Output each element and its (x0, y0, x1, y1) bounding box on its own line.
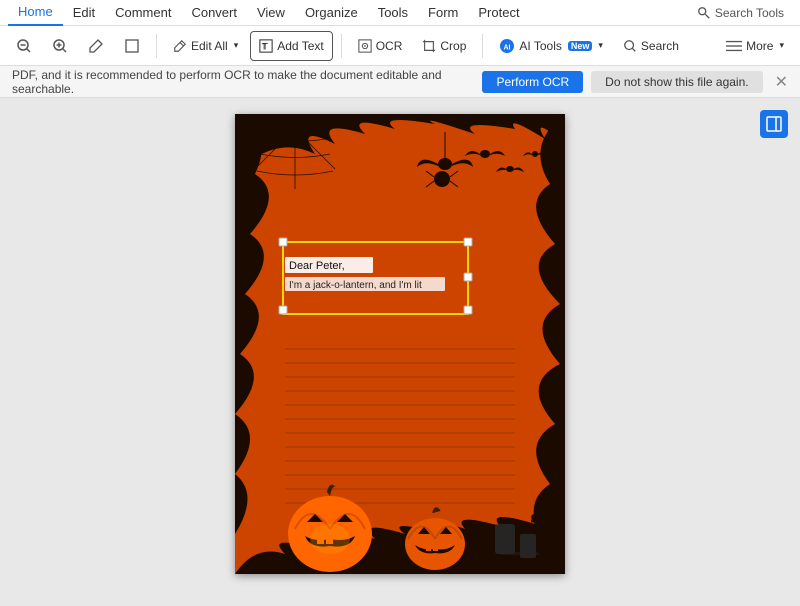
search-toolbar-icon (623, 39, 637, 53)
menu-view[interactable]: View (247, 0, 295, 26)
search-label: Search (641, 39, 679, 53)
crop-label: Crop (440, 39, 466, 53)
close-notification-button[interactable]: ✕ (775, 72, 788, 92)
svg-text:AI: AI (504, 44, 511, 51)
document-page: Dear Peter, I'm a jack-o-lantern, and I'… (235, 114, 565, 574)
edit-all-icon (173, 39, 187, 53)
halloween-document: Dear Peter, I'm a jack-o-lantern, and I'… (235, 114, 565, 574)
more-icon (726, 39, 742, 53)
menu-home[interactable]: Home (8, 0, 63, 26)
panel-toggle-button[interactable] (760, 110, 788, 138)
crop-button[interactable]: Crop (414, 31, 474, 61)
highlight-button[interactable] (80, 31, 112, 61)
crop-icon (422, 39, 436, 53)
menu-convert[interactable]: Convert (181, 0, 247, 26)
menu-form[interactable]: Form (418, 0, 468, 26)
edit-all-label: Edit All (191, 39, 228, 53)
select-rect-button[interactable] (116, 31, 148, 61)
zoom-in-button[interactable] (44, 31, 76, 61)
menu-organize[interactable]: Organize (295, 0, 368, 26)
more-label: More (746, 39, 773, 53)
menu-bar: Home Edit Comment Convert View Organize … (0, 0, 800, 26)
dismiss-button[interactable]: Do not show this file again. (591, 71, 762, 93)
ai-tools-dropdown-arrow: ▾ (598, 40, 603, 51)
perform-ocr-button[interactable]: Perform OCR (482, 71, 583, 93)
svg-text:Dear Peter,: Dear Peter, (289, 260, 345, 272)
ocr-button[interactable]: OCR (350, 31, 411, 61)
zoom-out-button[interactable] (8, 31, 40, 61)
ocr-icon (358, 39, 372, 53)
divider-3 (482, 34, 483, 58)
ai-tools-label: AI Tools (519, 39, 561, 53)
menu-tools[interactable]: Tools (368, 0, 418, 26)
edit-all-button[interactable]: Edit All ▾ (165, 31, 246, 61)
search-tools-label: Search Tools (715, 6, 784, 20)
toolbar: Edit All ▾ T Add Text OCR Crop AI AI Too… (0, 26, 800, 66)
svg-text:T: T (262, 42, 267, 51)
zoom-in-icon (52, 38, 68, 54)
search-tools-area[interactable]: Search Tools (689, 6, 792, 20)
search-button[interactable]: Search (615, 31, 687, 61)
add-text-icon: T (259, 39, 273, 53)
add-text-label: Add Text (277, 39, 323, 53)
notification-text: PDF, and it is recommended to perform OC… (12, 68, 474, 96)
menu-edit[interactable]: Edit (63, 0, 105, 26)
content-area: Dear Peter, I'm a jack-o-lantern, and I'… (0, 98, 800, 606)
notification-bar: PDF, and it is recommended to perform OC… (0, 66, 800, 98)
more-button[interactable]: More ▾ (718, 31, 792, 61)
divider-2 (341, 34, 342, 58)
ai-tools-button[interactable]: AI AI Tools New ▾ (491, 31, 611, 61)
select-rect-icon (124, 38, 140, 54)
menu-protect[interactable]: Protect (468, 0, 529, 26)
search-tools-icon (697, 6, 711, 20)
ai-icon: AI (499, 38, 515, 54)
divider-1 (156, 34, 157, 58)
more-dropdown-arrow: ▾ (779, 40, 784, 51)
add-text-button[interactable]: T Add Text (250, 31, 332, 61)
panel-icon (766, 116, 782, 132)
zoom-out-icon (16, 38, 32, 54)
ai-badge: New (568, 41, 593, 51)
highlight-icon (88, 38, 104, 54)
edit-all-dropdown-arrow: ▾ (234, 40, 239, 51)
ocr-label: OCR (376, 39, 403, 53)
menu-comment[interactable]: Comment (105, 0, 181, 26)
svg-text:I'm a jack-o-lantern, and I'm: I'm a jack-o-lantern, and I'm lit (289, 280, 422, 291)
